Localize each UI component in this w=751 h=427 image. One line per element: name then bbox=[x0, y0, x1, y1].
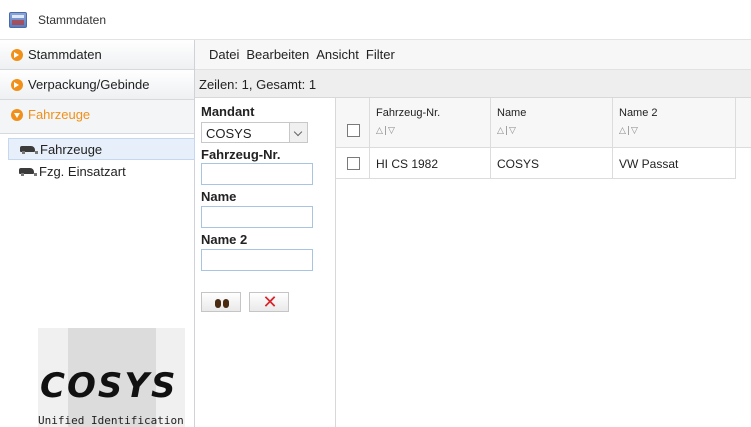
mandant-value: COSYS bbox=[206, 126, 252, 141]
logo-subtitle: Unified Identification bbox=[38, 414, 184, 427]
accordion-stammdaten[interactable]: Stammdaten bbox=[0, 40, 194, 70]
cell-name[interactable]: COSYS bbox=[491, 148, 613, 178]
fahrzeug-nr-input[interactable] bbox=[201, 163, 313, 185]
select-all-checkbox[interactable] bbox=[347, 124, 360, 137]
accordion-label: Stammdaten bbox=[28, 47, 102, 62]
expand-icon bbox=[11, 49, 23, 61]
car-icon bbox=[19, 143, 38, 155]
menu-ansicht[interactable]: Ansicht bbox=[316, 47, 359, 62]
accordion-verpackung[interactable]: Verpackung/Gebinde bbox=[0, 70, 194, 100]
name-input[interactable] bbox=[201, 206, 313, 228]
main-panel: Datei Bearbeiten Ansicht Filter Zeilen: … bbox=[195, 40, 751, 427]
sidebar: Stammdaten Verpackung/Gebinde Fahrzeuge … bbox=[0, 40, 195, 427]
menu-bar: Datei Bearbeiten Ansicht Filter bbox=[195, 40, 751, 70]
menu-datei[interactable]: Datei bbox=[209, 47, 239, 62]
nav-tree: Fahrzeuge Fzg. Einsatzart bbox=[0, 138, 195, 182]
table-row[interactable]: HI CS 1982 COSYS VW Passat bbox=[336, 148, 736, 179]
clear-filter-button[interactable]: ✕ bbox=[249, 292, 289, 312]
menu-bearbeiten[interactable]: Bearbeiten bbox=[246, 47, 309, 62]
name2-label: Name 2 bbox=[201, 232, 248, 247]
close-icon: ✕ bbox=[262, 292, 278, 313]
app-icon bbox=[9, 12, 27, 28]
accordion-fahrzeuge[interactable]: Fahrzeuge bbox=[0, 100, 194, 134]
column-title: Fahrzeug-Nr. bbox=[376, 107, 441, 119]
title-bar: Stammdaten bbox=[0, 0, 751, 40]
cosys-logo: COSYS Unified Identification bbox=[38, 328, 185, 427]
column-header-fahrzeug-nr[interactable]: Fahrzeug-Nr. △|▽ bbox=[370, 98, 491, 147]
collapse-icon bbox=[11, 109, 23, 121]
tree-item-label: Fzg. Einsatzart bbox=[39, 163, 126, 179]
tree-item-label: Fahrzeuge bbox=[40, 141, 103, 157]
row-count-status: Zeilen: 1, Gesamt: 1 bbox=[195, 70, 751, 98]
column-title: Name bbox=[497, 107, 527, 119]
name-label: Name bbox=[201, 189, 237, 204]
chevron-down-icon[interactable] bbox=[289, 123, 307, 142]
car-icon bbox=[18, 165, 37, 177]
accordion-label: Verpackung/Gebinde bbox=[28, 77, 150, 92]
cell-text: HI CS 1982 bbox=[376, 157, 439, 171]
tree-item-fahrzeuge[interactable]: Fahrzeuge bbox=[8, 138, 195, 160]
accordion-label: Fahrzeuge bbox=[28, 107, 91, 122]
app-window: Stammdaten Stammdaten Verpackung/Gebinde… bbox=[0, 0, 751, 427]
cell-text: VW Passat bbox=[619, 157, 679, 171]
window-title: Stammdaten bbox=[38, 13, 107, 27]
fahrzeug-nr-label: Fahrzeug-Nr. bbox=[201, 147, 281, 162]
row-select-cell bbox=[336, 148, 370, 178]
column-title: Name 2 bbox=[619, 107, 658, 119]
select-all-cell bbox=[336, 98, 370, 147]
column-header-name[interactable]: Name △|▽ bbox=[491, 98, 613, 147]
tree-item-einsatzart[interactable]: Fzg. Einsatzart bbox=[8, 160, 195, 182]
expand-icon bbox=[11, 79, 23, 91]
cell-fahrzeug-nr[interactable]: HI CS 1982 bbox=[370, 148, 491, 178]
logo-wordmark: COSYS bbox=[40, 366, 178, 406]
name2-input[interactable] bbox=[201, 249, 313, 271]
grid-header: Fahrzeug-Nr. △|▽ Name △|▽ Name 2 △|▽ bbox=[336, 98, 751, 148]
sort-icon[interactable]: △|▽ bbox=[619, 126, 639, 136]
mandant-label: Mandant bbox=[201, 104, 255, 119]
row-checkbox[interactable] bbox=[347, 157, 360, 170]
menu-filter[interactable]: Filter bbox=[366, 47, 395, 62]
mandant-select[interactable]: COSYS bbox=[201, 122, 308, 143]
data-grid: Fahrzeug-Nr. △|▽ Name △|▽ Name 2 △|▽ HI … bbox=[336, 98, 751, 427]
filter-panel: Mandant COSYS Fahrzeug-Nr. Name Name 2 ✕ bbox=[195, 98, 336, 427]
cell-text: COSYS bbox=[497, 157, 540, 171]
binoculars-icon bbox=[214, 297, 230, 308]
column-header-name2[interactable]: Name 2 △|▽ bbox=[613, 98, 736, 147]
sort-icon[interactable]: △|▽ bbox=[497, 126, 517, 136]
sort-icon[interactable]: △|▽ bbox=[376, 126, 396, 136]
cell-name2[interactable]: VW Passat bbox=[613, 148, 736, 178]
grid-scroll-area bbox=[736, 148, 751, 179]
search-button[interactable] bbox=[201, 292, 241, 312]
